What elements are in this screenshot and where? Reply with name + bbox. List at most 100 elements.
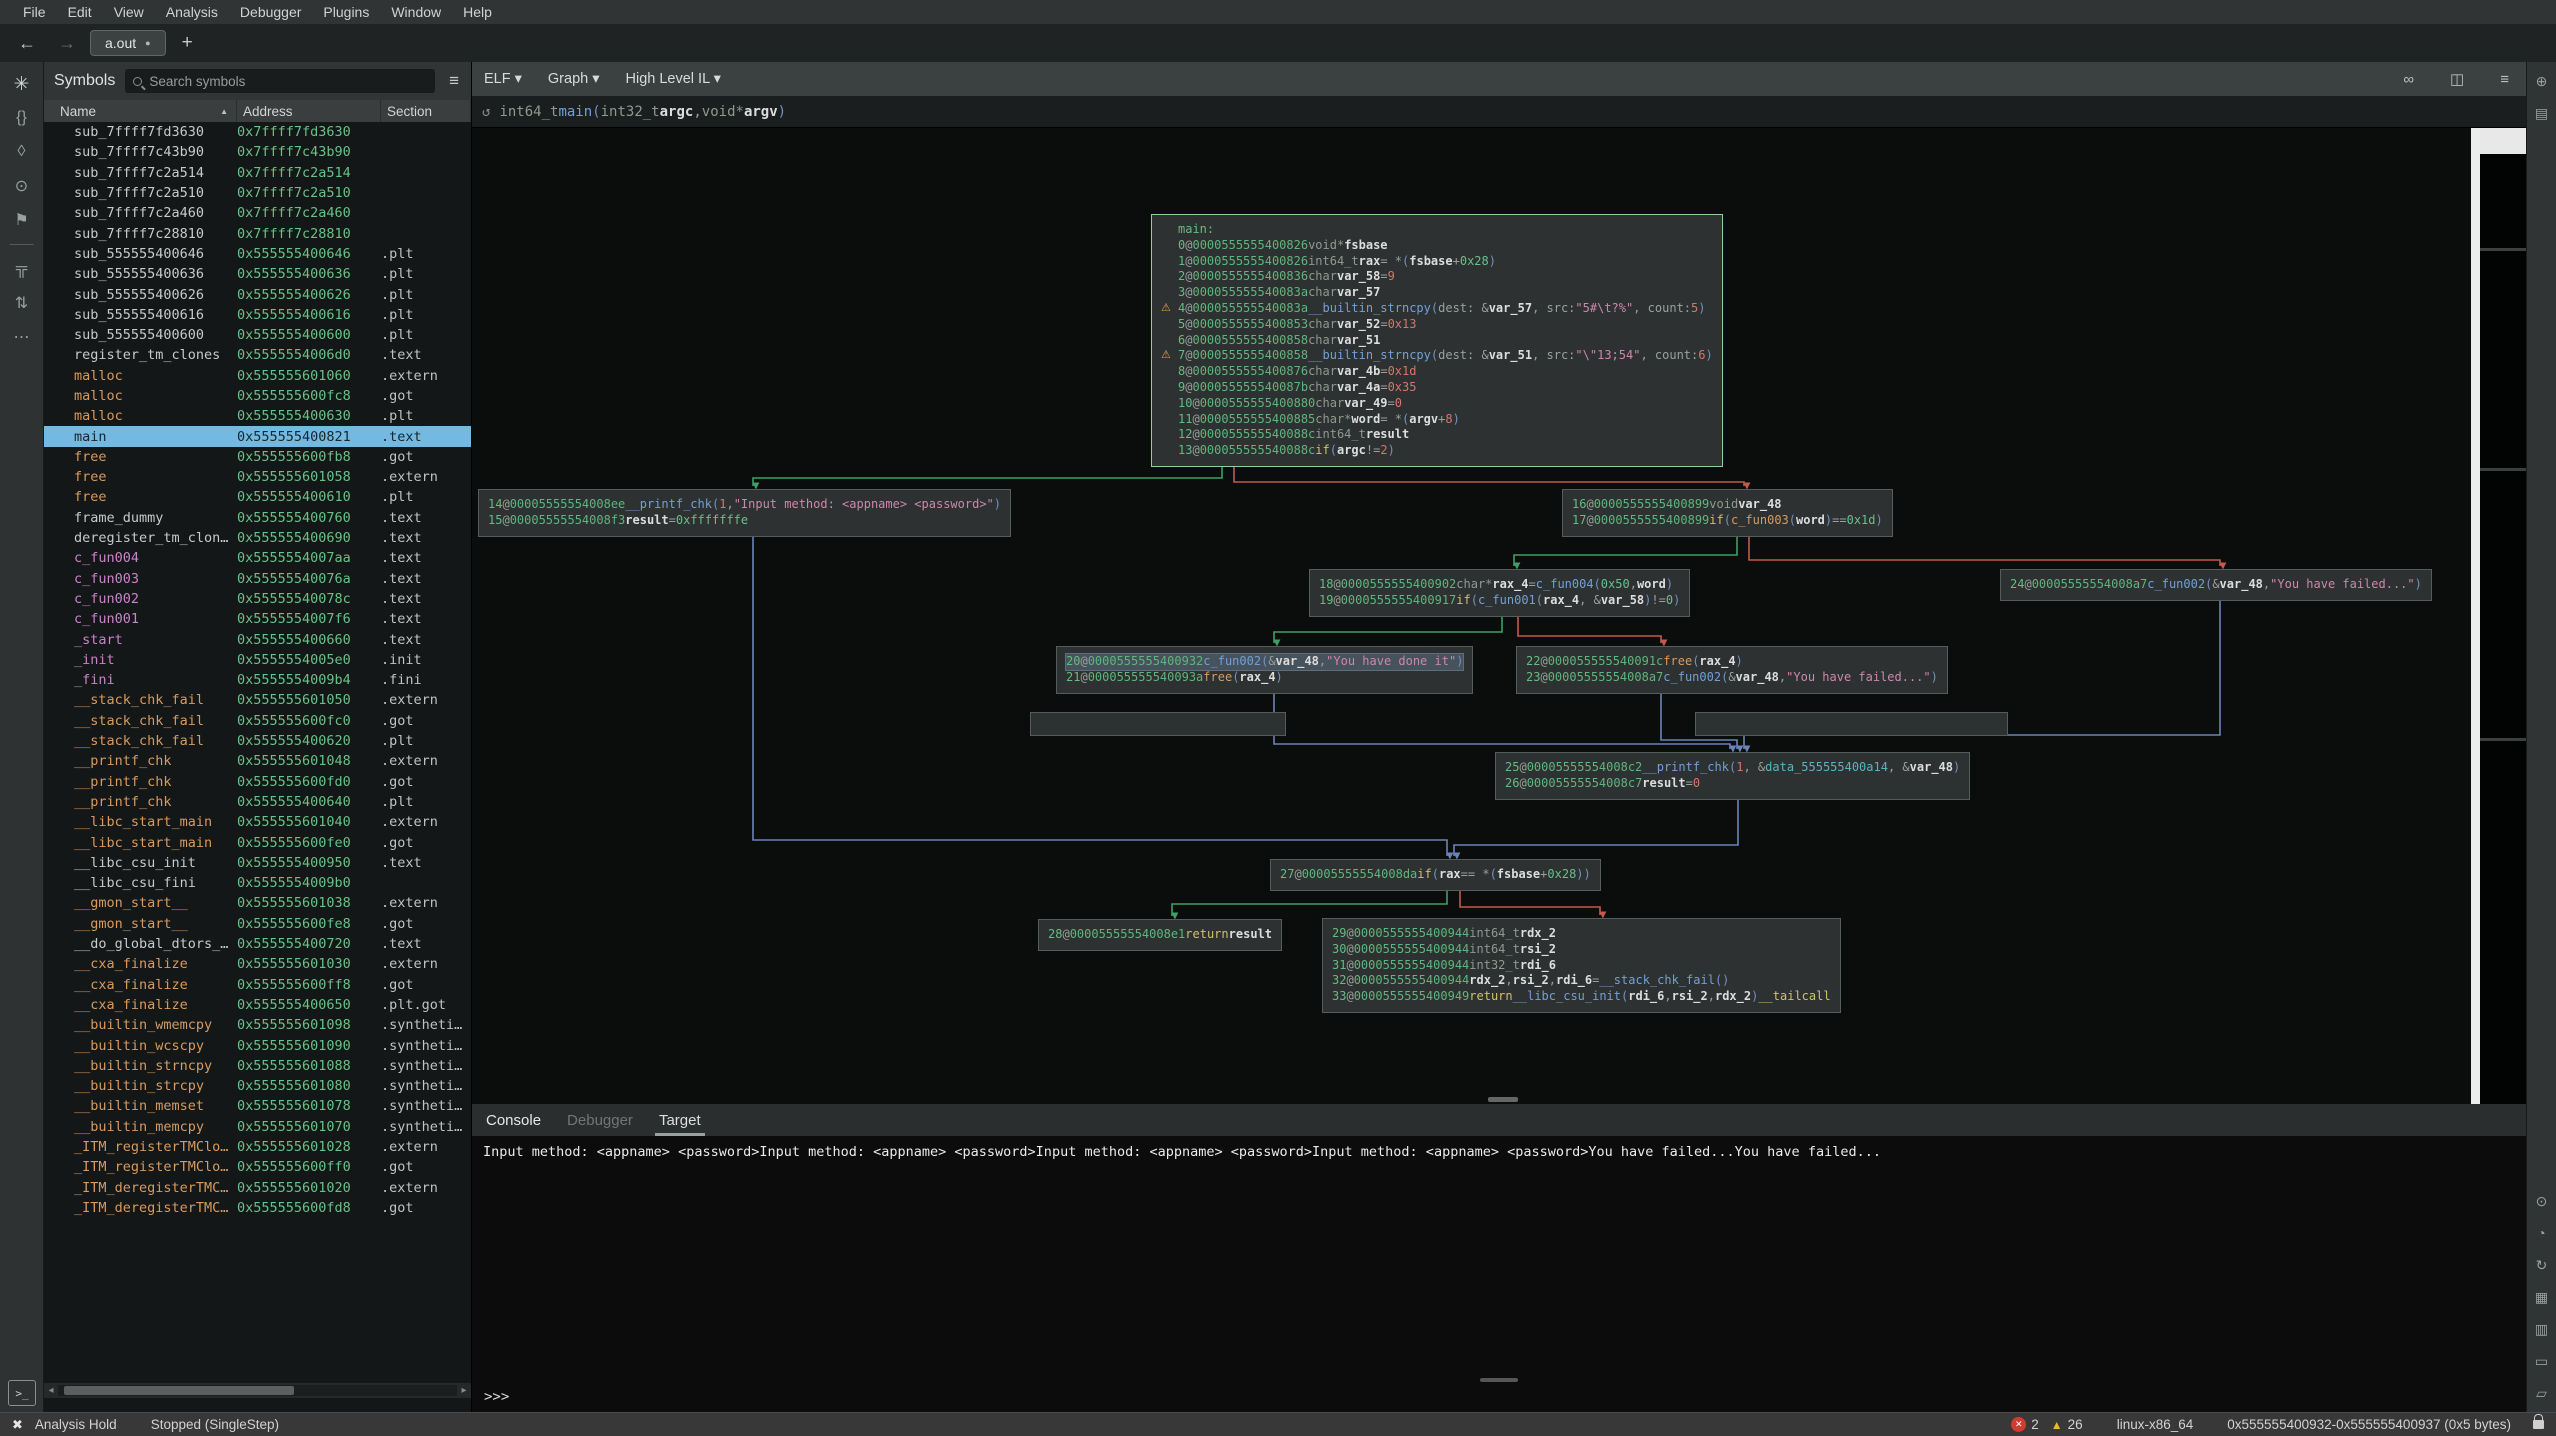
cross-references-icon[interactable]: ⇅ <box>8 289 36 317</box>
graph-node[interactable]: 29 @ 0000555555400944 int64_t rdx_230 @ … <box>1322 918 1841 1013</box>
tab-aout[interactable]: a.out ● <box>90 30 166 56</box>
graph-node[interactable]: 24 @ 00005555554008a7 c_fun002(&var_48, … <box>2000 569 2432 601</box>
symbol-row[interactable]: malloc0x555555601060.extern <box>44 366 471 386</box>
find-icon[interactable]: ⊙ <box>2536 1190 2548 1212</box>
warning-count[interactable]: ▲ 26 <box>2051 1417 2083 1432</box>
graph-node[interactable]: 27 @ 00005555554008da if (rax == *(fsbas… <box>1270 859 1601 891</box>
graph-node[interactable]: 14 @ 00005555554008ee __printf_chk(1, "I… <box>478 489 1011 537</box>
panel-menu-icon[interactable]: ≡ <box>445 71 463 91</box>
symbol-row[interactable]: sub_5555554006160x555555400616.plt <box>44 305 471 325</box>
graph-node-empty[interactable] <box>1695 712 2008 736</box>
symbol-row[interactable]: c_fun0030x55555540076a.text <box>44 569 471 589</box>
tab-console[interactable]: Console <box>486 1112 541 1136</box>
binary-ninja-logo[interactable]: ✳ <box>8 70 36 98</box>
symbol-row[interactable]: __printf_chk0x555555400640.plt <box>44 792 471 812</box>
symbol-row[interactable]: __libc_csu_fini0x5555554009b0 <box>44 873 471 893</box>
lock-icon[interactable] <box>2533 1420 2544 1429</box>
symbol-row[interactable]: sub_7ffff7c288100x7ffff7c28810 <box>44 223 471 243</box>
back-button[interactable]: ← <box>10 33 44 54</box>
symbol-row[interactable]: sub_5555554006360x555555400636.plt <box>44 264 471 284</box>
console-input[interactable]: >>> <box>472 1382 2526 1412</box>
menu-file[interactable]: File <box>14 2 55 22</box>
menu-help[interactable]: Help <box>454 2 501 22</box>
symbols-hscrollbar[interactable]: ◂ ▸ <box>44 1383 471 1398</box>
symbol-row[interactable]: __gmon_start__0x555555600fe8.got <box>44 914 471 934</box>
symbol-row[interactable]: __cxa_finalize0x555555600ff8.got <box>44 974 471 994</box>
symbol-row[interactable]: sub_7ffff7fd36300x7ffff7fd3630 <box>44 122 471 142</box>
symbol-row[interactable]: sub_7ffff7c2a4600x7ffff7c2a460 <box>44 203 471 223</box>
scrollbar-track[interactable] <box>58 1385 457 1396</box>
column-header-address[interactable]: Address <box>237 100 381 122</box>
symbol-row[interactable]: __printf_chk0x555555601048.extern <box>44 751 471 771</box>
il-selector[interactable]: High Level IL ▾ <box>626 71 721 87</box>
symbol-row[interactable]: sub_5555554006460x555555400646.plt <box>44 244 471 264</box>
symbol-row[interactable]: __libc_start_main0x555555601040.extern <box>44 812 471 832</box>
view-type-selector[interactable]: Graph ▾ <box>548 71 600 87</box>
symbol-row[interactable]: __libc_csu_init0x555555400950.text <box>44 853 471 873</box>
tab-debugger[interactable]: Debugger <box>567 1112 633 1136</box>
symbol-row[interactable]: frame_dummy0x555555400760.text <box>44 508 471 528</box>
graph-hscroll-thumb[interactable] <box>1488 1097 1518 1102</box>
pin-sidebar-icon[interactable]: ⊕ <box>2536 70 2548 92</box>
symbol-row[interactable]: free0x555555601058.extern <box>44 467 471 487</box>
more-panels-icon[interactable]: ⋯ <box>8 323 36 351</box>
scroll-right-icon[interactable]: ▸ <box>457 1385 471 1396</box>
console-strip-icon[interactable]: ▱ <box>2536 1382 2547 1404</box>
tags-icon[interactable]: ◊ <box>8 138 36 166</box>
symbol-row[interactable]: malloc0x555555400630.plt <box>44 406 471 426</box>
graph-canvas[interactable]: main: 0 @ 0000555555400826 void* fsbase … <box>472 128 2471 1104</box>
graph-node[interactable]: 25 @ 00005555554008c2 __printf_chk(1, &d… <box>1495 752 1970 800</box>
analysis-cancel-icon[interactable]: ✖ <box>12 1417 23 1433</box>
symbol-row[interactable]: __printf_chk0x555555600fd0.got <box>44 772 471 792</box>
new-tab-button[interactable]: + <box>172 32 203 54</box>
menu-window[interactable]: Window <box>382 2 450 22</box>
types-icon[interactable]: {} <box>8 104 36 132</box>
column-header-name[interactable]: Name ▲ <box>44 100 237 122</box>
symbol-row[interactable]: __cxa_finalize0x555555601030.extern <box>44 954 471 974</box>
symbol-row[interactable]: c_fun0010x5555554007f6.text <box>44 609 471 629</box>
graph-node[interactable]: 16 @ 0000555555400899 void var_4817 @ 00… <box>1562 489 1893 537</box>
symbol-row[interactable]: sub_7ffff7c2a5100x7ffff7c2a510 <box>44 183 471 203</box>
symbol-row[interactable]: _ITM_registerTMClo…0x555555601028.extern <box>44 1137 471 1157</box>
search-symbols-box[interactable] <box>125 69 435 93</box>
memory-grid-icon[interactable]: ▦ <box>2535 1286 2548 1308</box>
symbol-row[interactable]: __stack_chk_fail0x555555601050.extern <box>44 690 471 710</box>
graph-node-empty[interactable] <box>1030 712 1286 736</box>
mini-graph-icon[interactable]: ╦ <box>8 255 36 283</box>
graph-node[interactable]: 18 @ 0000555555400902 char* rax_4 = c_fu… <box>1309 569 1690 617</box>
symbol-row[interactable]: main0x555555400821.text <box>44 426 471 446</box>
graph-node[interactable]: main: 0 @ 0000555555400826 void* fsbase … <box>1151 214 1723 467</box>
symbol-row[interactable]: _init0x5555554005e0.init <box>44 650 471 670</box>
collapse-icon[interactable]: ↺ <box>482 104 490 120</box>
refresh-icon[interactable]: ↻ <box>2536 1254 2548 1276</box>
variables-icon[interactable]: ▥ <box>2535 1318 2548 1340</box>
symbol-row[interactable]: __libc_start_main0x555555600fe0.got <box>44 832 471 852</box>
symbol-row[interactable]: __builtin_memcpy0x555555601070.syntheti… <box>44 1117 471 1137</box>
symbol-row[interactable]: __do_global_dtors_…0x555555400720.text <box>44 934 471 954</box>
graph-node[interactable]: 22 @ 000055555540091c free(rax_4)23 @ 00… <box>1516 646 1948 694</box>
column-header-section[interactable]: Section <box>381 100 471 122</box>
tab-target[interactable]: Target <box>659 1112 701 1136</box>
symbol-row[interactable]: __builtin_strncpy0x555555601088.syntheti… <box>44 1056 471 1076</box>
symbol-row[interactable]: __builtin_wmemcpy0x555555601098.syntheti… <box>44 1015 471 1035</box>
symbol-row[interactable]: __gmon_start__0x555555601038.extern <box>44 893 471 913</box>
menu-debugger[interactable]: Debugger <box>231 2 311 22</box>
symbol-row[interactable]: malloc0x555555600fc8.got <box>44 386 471 406</box>
memory-map-icon[interactable]: ⊙ <box>8 172 36 200</box>
symbol-row[interactable]: deregister_tm_clon…0x555555400690.text <box>44 528 471 548</box>
symbol-row[interactable]: __builtin_wcscpy0x555555601090.syntheti… <box>44 1035 471 1055</box>
console-output[interactable]: Input method: <appname> <password>Input … <box>472 1136 2526 1376</box>
error-count[interactable]: ✕ 2 <box>2011 1417 2039 1432</box>
symbol-row[interactable]: sub_7ffff7c43b900x7ffff7c43b90 <box>44 142 471 162</box>
symbol-row[interactable]: _ITM_registerTMClo…0x555555600ff0.got <box>44 1157 471 1177</box>
symbol-row[interactable]: free0x555555400610.plt <box>44 487 471 507</box>
view-options-icon[interactable]: ≡ <box>2495 71 2514 88</box>
symbol-row[interactable]: _start0x555555400660.text <box>44 629 471 649</box>
scripting-console-icon[interactable]: >_ <box>8 1380 36 1406</box>
comments-icon[interactable]: ▭ <box>2535 1350 2548 1372</box>
symbol-row[interactable]: _ITM_deregisterTMC…0x555555601020.extern <box>44 1177 471 1197</box>
graph-node[interactable]: 28 @ 00005555554008e1 return result <box>1038 919 1282 951</box>
symbol-row[interactable]: sub_5555554006260x555555400626.plt <box>44 284 471 304</box>
symbol-row[interactable]: free0x555555600fb8.got <box>44 447 471 467</box>
menu-analysis[interactable]: Analysis <box>157 2 227 22</box>
